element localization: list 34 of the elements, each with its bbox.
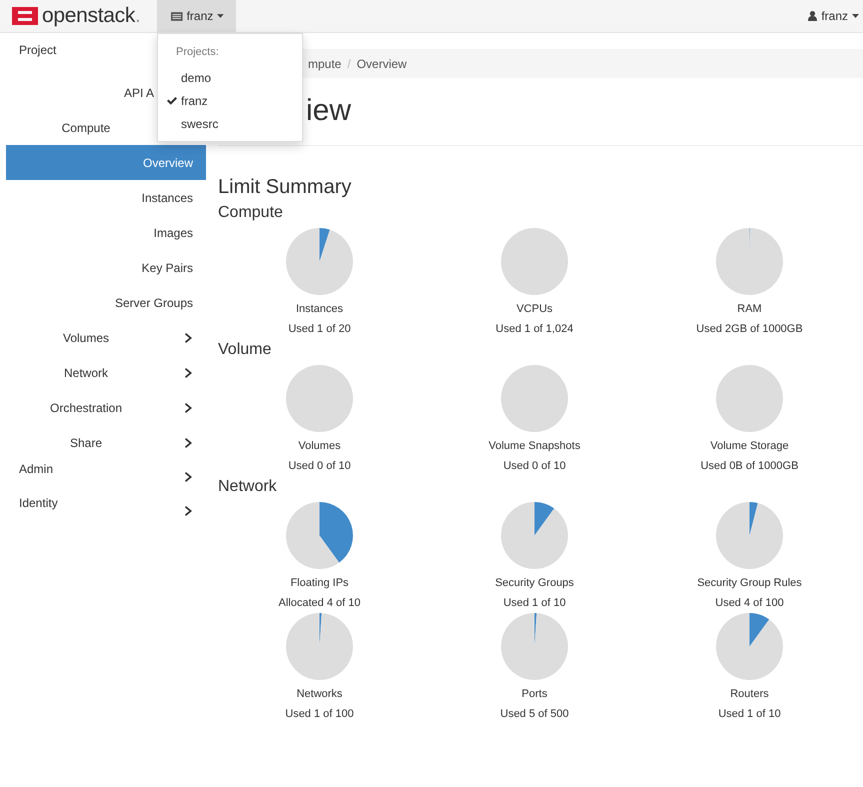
limit-name: Volume Snapshots — [488, 440, 580, 452]
limit-name: Volume Storage — [710, 440, 789, 452]
limit-name: RAM — [737, 303, 762, 315]
limit-usage: Allocated 4 of 10 — [278, 597, 360, 610]
limit-name: VCPUs — [516, 303, 553, 315]
group-title: Compute — [218, 204, 284, 223]
limit-name: Security Group Rules — [697, 577, 802, 589]
brand-dot: . — [135, 4, 141, 28]
limit-usage: Used 0 of 10 — [503, 460, 566, 473]
group-title: Volume — [218, 341, 272, 360]
limit-name: Routers — [730, 688, 769, 700]
limit-usage: Used 1 of 100 — [285, 708, 354, 721]
menu-heading: Projects: — [175, 46, 220, 60]
limit-name: Ports — [522, 688, 548, 700]
brand-name: openstack — [42, 4, 136, 28]
group-title: Network — [218, 478, 278, 497]
limit-name: Floating IPs — [290, 577, 349, 589]
limit-usage: Used 1 of 20 — [288, 323, 351, 336]
breadcrumb-current: Overview — [356, 56, 407, 70]
limit-name: Security Groups — [495, 577, 574, 589]
limit-usage: Used 2GB of 1000GB — [696, 323, 803, 336]
limit-usage: Used 0 of 10 — [288, 460, 351, 473]
limit-usage: Used 1 of 10 — [718, 708, 781, 721]
limit-usage: Used 4 of 100 — [715, 597, 784, 610]
limit-usage: Used 5 of 500 — [500, 708, 569, 721]
limit-usage: Used 1 of 10 — [503, 597, 566, 610]
section-title: Limit Summary — [218, 176, 352, 199]
limit-name: Networks — [296, 688, 342, 700]
limit-usage: Used 0B of 1000GB — [700, 460, 798, 473]
limit-name: Volumes — [298, 440, 341, 452]
limit-name: Instances — [296, 303, 344, 315]
breadcrumb-separator: / — [347, 56, 351, 70]
limit-usage: Used 1 of 1,024 — [496, 323, 574, 336]
page-title: iew — [306, 94, 352, 128]
